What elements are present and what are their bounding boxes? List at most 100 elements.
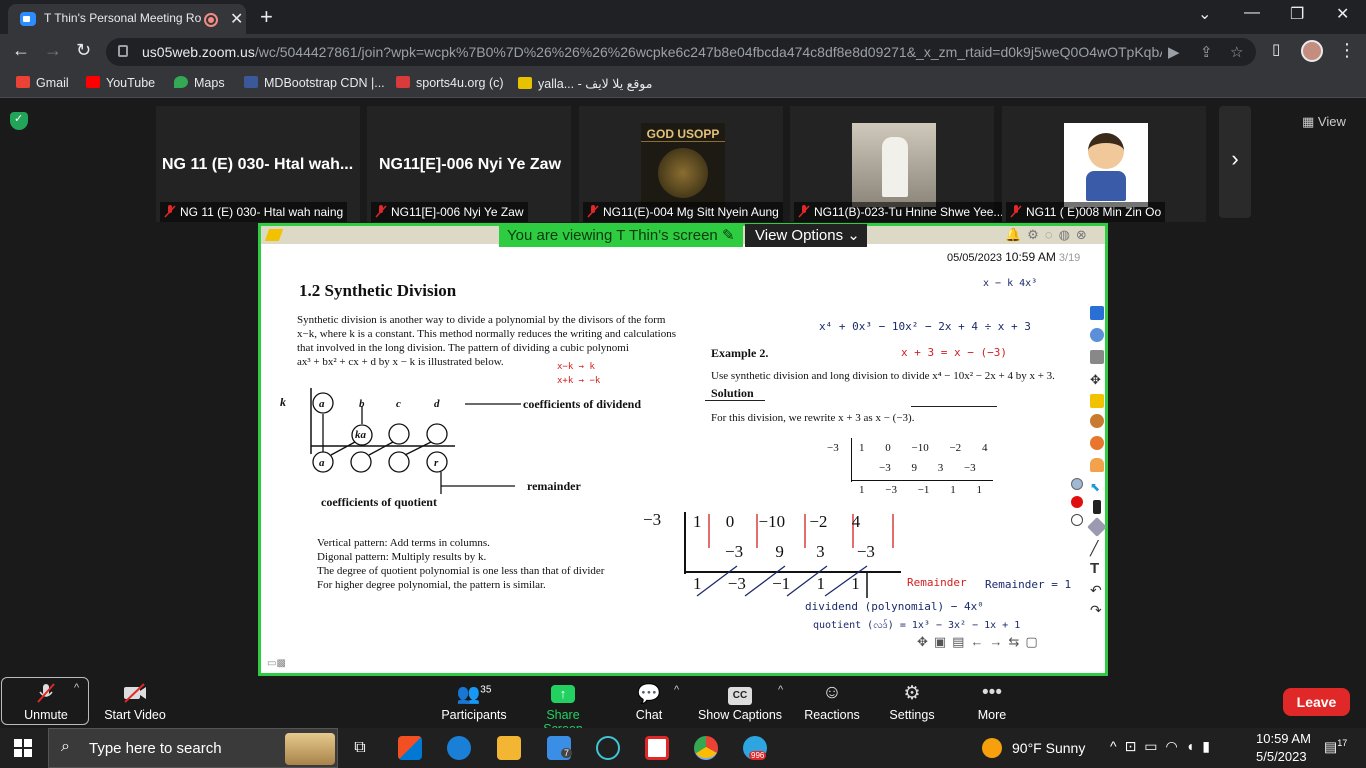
captions-options-chevron-icon[interactable]: ^	[778, 684, 783, 696]
participant-tile[interactable]: NG11[E]-006 Nyi Ye Zaw NG11[E]-006 Nyi Y…	[367, 106, 571, 222]
browser-toolbar: ← → ↻ us05web.zoom.us/wc/5044427861/join…	[0, 34, 1366, 70]
bookmark-maps[interactable]: Maps	[174, 76, 225, 90]
marker-icon[interactable]	[1093, 500, 1101, 514]
participant-name-label: NG11[E]-006 Nyi Ye Zaw	[371, 202, 528, 222]
shared-screen[interactable]: 🔔⚙◌◍⊗ You are viewing T Thin's screen ✎ …	[258, 223, 1108, 676]
participants-button[interactable]: 👥35 Participants	[440, 682, 508, 722]
start-video-button[interactable]: Start Video	[100, 682, 170, 722]
hw-rewrite-line: x + 3 = x − (−3)	[901, 346, 1007, 359]
restore-button[interactable]: ❐	[1290, 4, 1304, 24]
minimize-button[interactable]: —	[1244, 4, 1260, 22]
address-bar[interactable]: us05web.zoom.us/wc/5044427861/join?wpk=w…	[106, 38, 1256, 66]
back-icon[interactable]: ←	[12, 40, 30, 61]
tab-close-icon[interactable]: ✕	[230, 9, 243, 29]
search-placeholder: Type here to search	[89, 740, 222, 757]
search-icon: ⌕	[61, 738, 70, 755]
leave-button[interactable]: Leave	[1283, 688, 1350, 716]
clock-time[interactable]: 10:59 AM	[1256, 731, 1311, 746]
edge-icon[interactable]	[447, 736, 471, 760]
anydesk-icon[interactable]	[645, 736, 669, 760]
bookmark-gmail[interactable]: Gmail	[16, 76, 69, 90]
new-tab-button[interactable]: +	[260, 4, 273, 30]
participant-tile[interactable]: NG11(B)-023-Tu Hnine Shwe Yee...	[790, 106, 1008, 222]
page-navigation-strip[interactable]: ✥▣▤←→⇆▢	[917, 634, 1067, 652]
undo-icon[interactable]: ↶	[1090, 582, 1104, 598]
firefox-icon[interactable]	[1090, 436, 1104, 450]
move-icon[interactable]: ✥	[1090, 372, 1104, 387]
network-icon[interactable]	[1090, 328, 1104, 342]
unmute-button[interactable]: Unmute ^	[1, 677, 89, 725]
close-window-button[interactable]: ✕	[1336, 4, 1349, 24]
tab-search-icon[interactable]: ⌄	[1198, 4, 1211, 24]
more-dots-icon: •••	[982, 682, 1002, 703]
bookmark-mdbootstrap[interactable]: MDBootstrap CDN |...	[244, 76, 385, 90]
hw-remainder-red: Remainder	[907, 576, 967, 589]
mail-icon[interactable]: 7	[547, 736, 573, 760]
camera-blocked-icon[interactable]: ▶	[1168, 43, 1180, 61]
line-icon[interactable]: ╱	[1090, 540, 1104, 556]
chrome-icon[interactable]	[694, 736, 718, 760]
clock-date[interactable]: 5/5/2023	[1256, 749, 1307, 764]
task-view-icon[interactable]: ⧉	[348, 736, 372, 760]
maps-icon	[174, 76, 188, 88]
participant-tile[interactable]: GOD USOPP NG11(E)-004 Mg Sitt Nyein Aung	[579, 106, 783, 222]
encryption-shield-icon[interactable]	[10, 112, 28, 130]
side-panel-icon[interactable]: ▯	[1272, 40, 1280, 58]
redo-icon[interactable]: ↷	[1090, 602, 1104, 618]
small-row3: 1 −3 −1 1 1	[859, 484, 982, 496]
bookmark-star-icon[interactable]: ☆	[1230, 43, 1243, 61]
pen-icon[interactable]	[264, 229, 284, 241]
bookmark-yalla[interactable]: yalla... - موقع يلا لايف	[518, 76, 652, 91]
annotation-tools[interactable]: 🔔⚙◌◍⊗	[1005, 227, 1093, 243]
color-swatch-red[interactable]	[1071, 496, 1083, 508]
participant-name-label: NG 11 (E) 030- Htal wah naing	[160, 202, 348, 222]
windows-grid-icon[interactable]	[1090, 306, 1104, 320]
text-tool-icon[interactable]: T	[1090, 560, 1104, 577]
forward-icon[interactable]: →	[44, 40, 62, 61]
lock-icon	[118, 45, 128, 57]
participant-display-name: NG 11 (E) 030- Htal wah...	[162, 156, 354, 173]
file-explorer-icon[interactable]	[497, 736, 521, 760]
next-page-chevron-icon[interactable]: ›	[1219, 106, 1251, 218]
weather-text[interactable]: 90°F Sunny	[1012, 740, 1085, 756]
system-tray-icons[interactable]: ^⊡▭◠◖▮	[1110, 738, 1218, 755]
view-button[interactable]: ▦ View	[1302, 114, 1346, 130]
eraser-icon[interactable]	[1087, 517, 1107, 537]
reactions-button[interactable]: ☺ Reactions	[804, 682, 860, 722]
hand-icon[interactable]	[1090, 458, 1104, 472]
taskbar-search[interactable]: ⌕ Type here to search	[48, 728, 338, 768]
folder-icon[interactable]	[1090, 394, 1104, 408]
telegram-icon[interactable]: 996	[743, 736, 767, 760]
cortana-icon[interactable]	[596, 736, 620, 760]
share-icon[interactable]: ⇪	[1200, 43, 1213, 61]
show-captions-label: Show Captions	[697, 708, 783, 722]
color-swatch-white[interactable]	[1071, 514, 1083, 526]
skull-logo-icon	[658, 148, 708, 198]
color-swatch-blue[interactable]	[1071, 478, 1083, 490]
weather-sun-icon[interactable]	[982, 738, 1002, 758]
reload-icon[interactable]: ↻	[76, 40, 91, 61]
synthetic-division-diagram: k a b c d ka a r coefficients of dividen…	[280, 388, 641, 509]
bookmark-sports4u[interactable]: sports4u.org (c)	[396, 76, 504, 90]
capture-icon[interactable]	[1090, 350, 1104, 364]
show-captions-button[interactable]: CC Show Captions	[696, 682, 784, 722]
bottom-left-tools-icon[interactable]: ▭▩	[267, 658, 295, 670]
globe-icon[interactable]	[1090, 414, 1104, 428]
cursor-icon[interactable]: ⬉	[1090, 480, 1104, 494]
participant-tile[interactable]: NG11 ( E)008 Min Zin Oo	[1002, 106, 1206, 222]
chat-button[interactable]: 💬 Chat	[626, 682, 672, 722]
settings-button[interactable]: ⚙ Settings	[886, 682, 938, 722]
remainder-label: remainder	[527, 479, 581, 493]
menu-kebab-icon[interactable]: ⋮	[1338, 40, 1356, 61]
windows-start-icon[interactable]	[14, 739, 32, 757]
bookmark-youtube[interactable]: YouTube	[86, 76, 155, 90]
more-button[interactable]: ••• More	[974, 682, 1010, 722]
profile-avatar[interactable]	[1301, 40, 1323, 62]
notification-center-icon[interactable]: ▤17	[1324, 738, 1347, 756]
ms-store-icon[interactable]	[398, 736, 422, 760]
view-options-button[interactable]: View Options ⌄	[745, 224, 867, 247]
audio-options-chevron-icon[interactable]: ^	[74, 682, 79, 694]
chat-options-chevron-icon[interactable]: ^	[674, 684, 679, 696]
browser-tab[interactable]: T Thin's Personal Meeting Ro ✕	[8, 4, 246, 34]
participant-tile[interactable]: NG 11 (E) 030- Htal wah... NG 11 (E) 030…	[156, 106, 360, 222]
